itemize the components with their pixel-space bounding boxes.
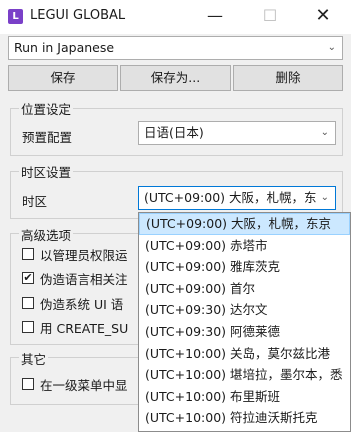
chevron-down-icon: ⌄ xyxy=(320,127,329,138)
timezone-label: 时区 xyxy=(22,194,48,209)
location-group-label: 位置设定 xyxy=(19,99,74,118)
timezone-option[interactable]: (UTC+10:00) 符拉迪沃斯托克 xyxy=(139,407,350,429)
timezone-select[interactable]: (UTC+09:00) 大阪，札幌，东 ⌄ xyxy=(138,186,336,210)
checkbox-label: 用 CREATE_SU xyxy=(40,321,129,336)
checkbox-fake-language[interactable]: ✔ xyxy=(22,272,34,284)
checkbox-create-suspended[interactable] xyxy=(22,321,34,333)
preset-select-value: 日语(日本) xyxy=(144,125,204,140)
timezone-option[interactable]: (UTC+09:30) 阿德莱德 xyxy=(139,321,350,343)
other-group-label: 其它 xyxy=(19,349,49,368)
checkbox-show-in-top-menu[interactable] xyxy=(22,378,34,390)
timezone-option[interactable]: (UTC+09:00) 首尔 xyxy=(139,278,350,300)
maximize-button[interactable]: ☐ xyxy=(247,0,293,34)
timezone-option[interactable]: (UTC+10:00) 堪培拉，墨尔本，悉 xyxy=(139,364,350,386)
timezone-option[interactable]: (UTC+09:30) 达尔文 xyxy=(139,299,350,321)
profile-select-value: Run in Japanese xyxy=(14,40,115,55)
save-as-button[interactable]: 保存为... xyxy=(120,65,231,91)
chevron-down-icon: ⌄ xyxy=(318,187,329,209)
timezone-option[interactable]: (UTC+10:00) 布里斯班 xyxy=(139,386,350,408)
checkbox-label: 伪造系统 UI 语 xyxy=(40,297,124,312)
app-icon: L xyxy=(8,9,23,24)
chevron-down-icon: ⌄ xyxy=(327,42,336,53)
delete-button[interactable]: 删除 xyxy=(233,65,343,91)
timezone-option[interactable]: (UTC+09:00) 大阪，札幌，东京 xyxy=(139,213,350,235)
timezone-option[interactable]: (UTC+10:00) 关岛，莫尔兹比港 xyxy=(139,343,350,365)
checkbox-label: 伪造语言相关注 xyxy=(40,272,128,287)
advanced-group-label: 高级选项 xyxy=(19,225,74,244)
checkbox-label: 以管理员权限运 xyxy=(40,248,128,263)
window-title: LEGUI GLOBAL xyxy=(30,8,126,23)
close-button[interactable]: ✕ xyxy=(300,0,346,34)
checkbox-run-as-admin[interactable] xyxy=(22,248,34,260)
checkbox-fake-ui-language[interactable] xyxy=(22,297,34,309)
timezone-group-label: 时区设置 xyxy=(19,162,74,181)
app-window: L LEGUI GLOBAL — ☐ ✕ Run in Japanese ⌄ 保… xyxy=(0,0,351,432)
title-bar: L LEGUI GLOBAL — ☐ ✕ xyxy=(0,0,351,34)
preset-select[interactable]: 日语(日本) ⌄ xyxy=(138,121,336,145)
timezone-select-value: (UTC+09:00) 大阪，札幌，东 xyxy=(144,190,317,205)
save-button[interactable]: 保存 xyxy=(8,65,118,91)
minimize-button[interactable]: — xyxy=(192,0,238,34)
timezone-dropdown-list: (UTC+09:00) 大阪，札幌，东京 (UTC+09:00) 赤塔市 (UT… xyxy=(138,212,351,432)
timezone-option[interactable]: (UTC+09:00) 雅库茨克 xyxy=(139,256,350,278)
profile-select[interactable]: Run in Japanese ⌄ xyxy=(8,36,343,60)
checkbox-label: 在一级菜单中显 xyxy=(40,378,128,393)
preset-label: 预置配置 xyxy=(22,130,73,145)
timezone-option[interactable]: (UTC+09:00) 赤塔市 xyxy=(139,235,350,257)
